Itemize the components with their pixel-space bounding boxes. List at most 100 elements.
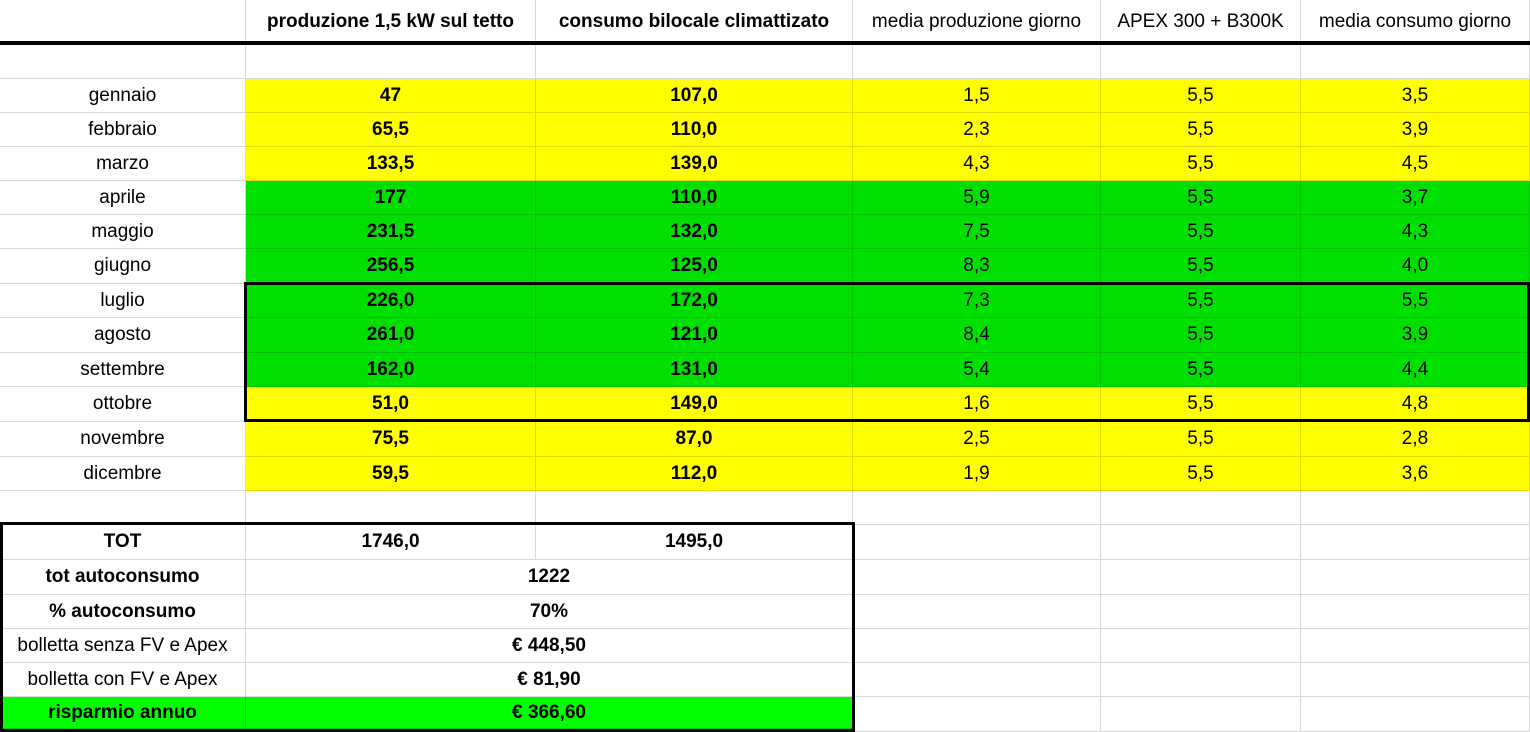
month-label[interactable]: febbraio xyxy=(0,113,246,147)
media-produzione-cell[interactable]: 5,9 xyxy=(853,181,1101,215)
produzione-cell[interactable]: 47 xyxy=(246,79,536,113)
apex-cell[interactable]: 5,5 xyxy=(1101,457,1301,491)
empty-cell[interactable] xyxy=(1101,697,1301,732)
produzione-cell[interactable]: 65,5 xyxy=(246,113,536,147)
produzione-cell[interactable]: 231,5 xyxy=(246,215,536,249)
perc-autoconsumo-value[interactable]: 70% xyxy=(246,595,853,629)
apex-cell[interactable]: 5,5 xyxy=(1101,79,1301,113)
empty-cell[interactable] xyxy=(1301,595,1530,629)
empty-cell[interactable] xyxy=(853,491,1101,525)
month-label[interactable]: dicembre xyxy=(0,457,246,491)
month-label[interactable]: ottobre xyxy=(0,387,246,422)
produzione-cell[interactable]: 59,5 xyxy=(246,457,536,491)
media-produzione-cell[interactable]: 7,3 xyxy=(853,284,1101,318)
empty-cell[interactable] xyxy=(1101,629,1301,663)
consumo-cell[interactable]: 121,0 xyxy=(536,318,853,353)
empty-cell[interactable] xyxy=(0,491,246,525)
month-label[interactable]: gennaio xyxy=(0,79,246,113)
empty-cell[interactable] xyxy=(246,491,536,525)
month-label[interactable]: giugno xyxy=(0,249,246,284)
tot-label[interactable]: TOT xyxy=(0,525,246,560)
empty-cell[interactable] xyxy=(1301,663,1530,697)
media-produzione-cell[interactable]: 1,5 xyxy=(853,79,1101,113)
produzione-cell[interactable]: 51,0 xyxy=(246,387,536,422)
media-consumo-cell[interactable]: 4,8 xyxy=(1301,387,1530,422)
empty-cell[interactable] xyxy=(246,45,536,79)
media-consumo-cell[interactable]: 5,5 xyxy=(1301,284,1530,318)
month-label[interactable]: settembre xyxy=(0,353,246,387)
header-media-consumo[interactable]: media consumo giorno xyxy=(1301,0,1530,42)
empty-cell[interactable] xyxy=(853,663,1101,697)
media-consumo-cell[interactable]: 3,6 xyxy=(1301,457,1530,491)
bolletta-senza-value[interactable]: € 448,50 xyxy=(246,629,853,663)
produzione-cell[interactable]: 75,5 xyxy=(246,422,536,457)
media-consumo-cell[interactable]: 2,8 xyxy=(1301,422,1530,457)
tot-produzione[interactable]: 1746,0 xyxy=(246,525,536,560)
consumo-cell[interactable]: 110,0 xyxy=(536,113,853,147)
consumo-cell[interactable]: 110,0 xyxy=(536,181,853,215)
header-apex[interactable]: APEX 300 + B300K xyxy=(1101,0,1301,42)
empty-cell[interactable] xyxy=(853,560,1101,595)
media-produzione-cell[interactable]: 8,3 xyxy=(853,249,1101,284)
produzione-cell[interactable]: 177 xyxy=(246,181,536,215)
empty-cell[interactable] xyxy=(1101,491,1301,525)
consumo-cell[interactable]: 87,0 xyxy=(536,422,853,457)
apex-cell[interactable]: 5,5 xyxy=(1101,249,1301,284)
month-label[interactable]: luglio xyxy=(0,284,246,318)
apex-cell[interactable]: 5,5 xyxy=(1101,387,1301,422)
consumo-cell[interactable]: 149,0 xyxy=(536,387,853,422)
apex-cell[interactable]: 5,5 xyxy=(1101,147,1301,181)
consumo-cell[interactable]: 172,0 xyxy=(536,284,853,318)
consumo-cell[interactable]: 131,0 xyxy=(536,353,853,387)
media-consumo-cell[interactable]: 4,3 xyxy=(1301,215,1530,249)
header-consumo[interactable]: consumo bilocale climattizato xyxy=(536,0,853,42)
bolletta-senza-label[interactable]: bolletta senza FV e Apex xyxy=(0,629,246,663)
empty-cell[interactable] xyxy=(1101,45,1301,79)
media-consumo-cell[interactable]: 3,7 xyxy=(1301,181,1530,215)
consumo-cell[interactable]: 112,0 xyxy=(536,457,853,491)
media-produzione-cell[interactable]: 1,9 xyxy=(853,457,1101,491)
empty-cell[interactable] xyxy=(1301,629,1530,663)
header-produzione[interactable]: produzione 1,5 kW sul tetto xyxy=(246,0,536,42)
risparmio-value[interactable]: € 366,60 xyxy=(246,697,853,729)
media-produzione-cell[interactable]: 8,4 xyxy=(853,318,1101,353)
autoconsumo-value[interactable]: 1222 xyxy=(246,560,853,595)
apex-cell[interactable]: 5,5 xyxy=(1101,181,1301,215)
empty-cell[interactable] xyxy=(853,595,1101,629)
empty-cell[interactable] xyxy=(1301,560,1530,595)
produzione-cell[interactable]: 256,5 xyxy=(246,249,536,284)
empty-cell[interactable] xyxy=(1301,525,1530,560)
media-consumo-cell[interactable]: 4,4 xyxy=(1301,353,1530,387)
media-produzione-cell[interactable]: 7,5 xyxy=(853,215,1101,249)
month-label[interactable]: maggio xyxy=(0,215,246,249)
produzione-cell[interactable]: 261,0 xyxy=(246,318,536,353)
risparmio-label[interactable]: risparmio annuo xyxy=(0,697,246,729)
media-produzione-cell[interactable]: 5,4 xyxy=(853,353,1101,387)
empty-cell[interactable] xyxy=(853,45,1101,79)
empty-cell[interactable] xyxy=(1101,560,1301,595)
media-produzione-cell[interactable]: 1,6 xyxy=(853,387,1101,422)
perc-autoconsumo-label[interactable]: % autoconsumo xyxy=(0,595,246,629)
bolletta-con-value[interactable]: € 81,90 xyxy=(246,663,853,697)
media-consumo-cell[interactable]: 4,5 xyxy=(1301,147,1530,181)
empty-cell[interactable] xyxy=(536,45,853,79)
autoconsumo-label[interactable]: tot autoconsumo xyxy=(0,560,246,595)
empty-cell[interactable] xyxy=(1101,525,1301,560)
empty-cell[interactable] xyxy=(853,525,1101,560)
empty-cell[interactable] xyxy=(1301,697,1530,732)
apex-cell[interactable]: 5,5 xyxy=(1101,422,1301,457)
consumo-cell[interactable]: 132,0 xyxy=(536,215,853,249)
media-consumo-cell[interactable]: 4,0 xyxy=(1301,249,1530,284)
media-consumo-cell[interactable]: 3,9 xyxy=(1301,318,1530,353)
apex-cell[interactable]: 5,5 xyxy=(1101,113,1301,147)
bolletta-con-label[interactable]: bolletta con FV e Apex xyxy=(0,663,246,697)
header-media-produzione[interactable]: media produzione giorno xyxy=(853,0,1101,42)
empty-cell[interactable] xyxy=(1301,45,1530,79)
month-label[interactable]: agosto xyxy=(0,318,246,353)
empty-cell[interactable] xyxy=(0,45,246,79)
media-consumo-cell[interactable]: 3,9 xyxy=(1301,113,1530,147)
empty-cell[interactable] xyxy=(536,491,853,525)
month-label[interactable]: novembre xyxy=(0,422,246,457)
apex-cell[interactable]: 5,5 xyxy=(1101,318,1301,353)
apex-cell[interactable]: 5,5 xyxy=(1101,353,1301,387)
